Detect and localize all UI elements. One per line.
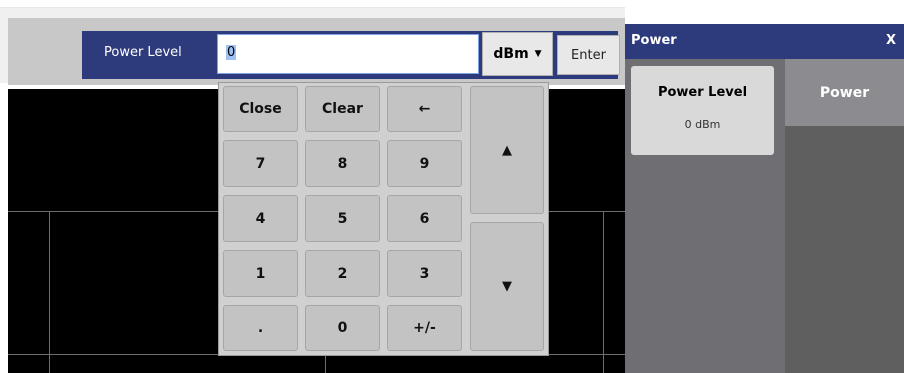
panel-title: Power — [631, 33, 677, 48]
power-level-softkey[interactable]: Power Level 0 dBm — [631, 66, 774, 155]
up-arrow-key[interactable]: ▲ — [470, 86, 544, 214]
power-level-input[interactable]: 0 — [217, 34, 479, 74]
key-2[interactable]: 2 — [305, 250, 380, 297]
enter-button[interactable]: Enter — [557, 35, 620, 75]
key-7[interactable]: 7 — [223, 140, 298, 187]
tab-power[interactable]: Power — [785, 59, 904, 126]
unit-label: dBm — [493, 46, 529, 62]
close-icon[interactable]: X — [886, 33, 896, 48]
unit-dropdown[interactable]: dBm ▼ — [482, 32, 553, 76]
softkey-value: 0 dBm — [684, 118, 721, 131]
numeric-keypad: Close Clear ← ▲ 7 8 9 4 5 6 ▼ 1 2 3 . 0 … — [218, 82, 549, 356]
entry-value: 0 — [226, 45, 237, 60]
close-key[interactable]: Close — [223, 86, 298, 132]
decimal-point-key[interactable]: . — [223, 305, 298, 351]
tab-content-area — [785, 126, 904, 373]
key-4[interactable]: 4 — [223, 195, 298, 242]
grid-line-vertical — [603, 211, 604, 373]
power-menu-panel: Power X Power Level 0 dBm Power — [625, 24, 904, 373]
key-3[interactable]: 3 — [387, 250, 462, 297]
key-0[interactable]: 0 — [305, 305, 380, 351]
key-9[interactable]: 9 — [387, 140, 462, 187]
sign-toggle-key[interactable]: +/- — [387, 305, 462, 351]
down-arrow-key[interactable]: ▼ — [470, 222, 544, 351]
backspace-key[interactable]: ← — [387, 86, 462, 132]
panel-title-bar: Power X — [625, 24, 904, 59]
key-1[interactable]: 1 — [223, 250, 298, 297]
clear-key[interactable]: Clear — [305, 86, 380, 132]
entry-label: Power Level — [104, 45, 182, 60]
numeric-entry-bar: Power Level 0 dBm ▼ Enter — [82, 31, 620, 79]
key-6[interactable]: 6 — [387, 195, 462, 242]
key-8[interactable]: 8 — [305, 140, 380, 187]
grid-line-vertical — [49, 211, 50, 373]
softkey-label: Power Level — [657, 85, 748, 100]
top-strip — [0, 0, 904, 7]
caret-down-icon: ▼ — [534, 49, 542, 59]
key-5[interactable]: 5 — [305, 195, 380, 242]
